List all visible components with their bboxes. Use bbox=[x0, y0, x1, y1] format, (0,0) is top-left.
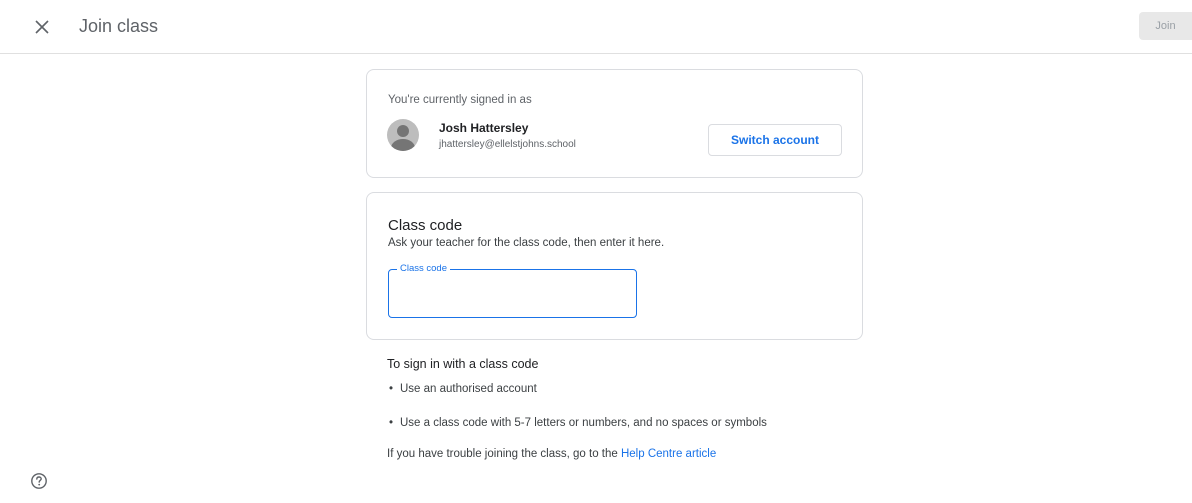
list-item: • Use a class code with 5-7 letters or nu… bbox=[387, 417, 767, 429]
help-circle-icon bbox=[31, 473, 47, 489]
close-button[interactable] bbox=[28, 13, 56, 41]
page-title: Join class bbox=[79, 16, 159, 36]
account-card: You're currently signed in as Josh Hatte… bbox=[366, 69, 863, 178]
person-avatar-icon bbox=[387, 119, 419, 151]
help-button[interactable] bbox=[30, 472, 48, 490]
class-code-field[interactable]: Class code bbox=[388, 263, 637, 318]
help-trouble-text: If you have trouble joining the class, g… bbox=[387, 448, 716, 460]
switch-account-button[interactable]: Switch account bbox=[708, 124, 842, 156]
user-email: jhattersley@ellelstjohns.school bbox=[439, 139, 576, 150]
trouble-text: If you have trouble joining the class, g… bbox=[387, 448, 621, 460]
help-item-text: Use a class code with 5-7 letters or num… bbox=[400, 417, 767, 429]
user-name: Josh Hattersley bbox=[439, 121, 529, 135]
class-code-input[interactable] bbox=[399, 288, 627, 310]
help-item-text: Use an authorised account bbox=[400, 383, 537, 395]
join-button[interactable]: Join bbox=[1139, 12, 1192, 40]
bullet-icon: • bbox=[389, 417, 394, 429]
help-centre-link[interactable]: Help Centre article bbox=[621, 448, 716, 460]
bullet-icon: • bbox=[389, 383, 394, 395]
class-code-field-label: Class code bbox=[397, 263, 450, 274]
list-item: • Use an authorised account bbox=[387, 383, 537, 395]
class-code-card: Class code Ask your teacher for the clas… bbox=[366, 192, 863, 340]
close-icon bbox=[35, 20, 49, 34]
class-code-heading: Class code bbox=[388, 217, 463, 234]
class-code-description: Ask your teacher for the class code, the… bbox=[388, 237, 665, 249]
signed-in-label: You're currently signed in as bbox=[388, 94, 532, 106]
top-app-bar: Join class Join bbox=[0, 0, 1192, 54]
help-heading: To sign in with a class code bbox=[387, 357, 539, 371]
